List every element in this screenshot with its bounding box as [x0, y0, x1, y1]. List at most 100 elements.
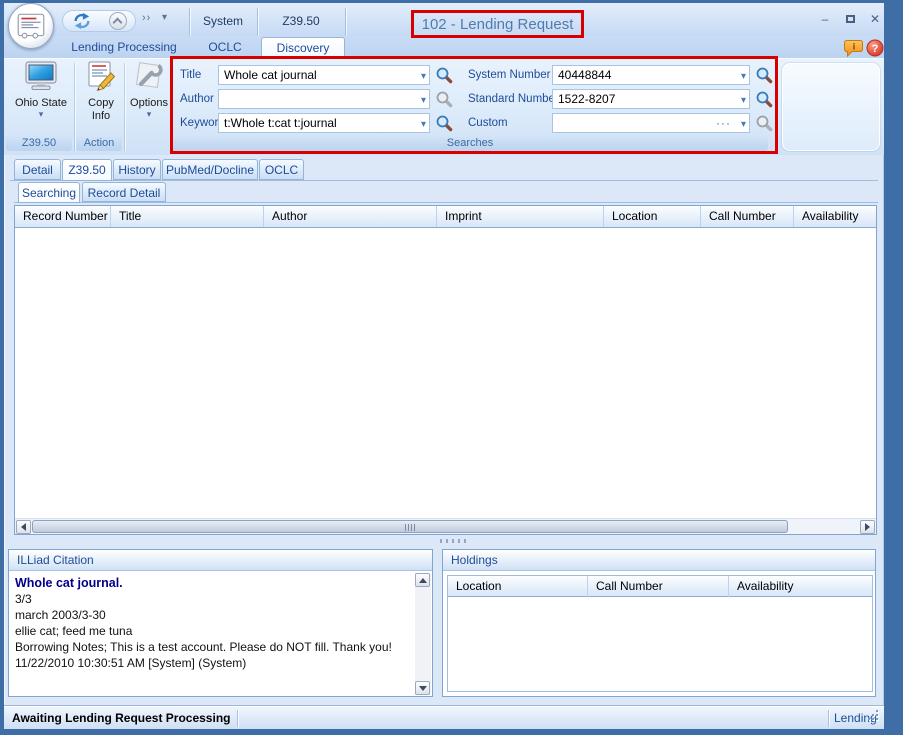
- scroll-down-button[interactable]: [415, 681, 430, 695]
- copy-info-button[interactable]: Copy Info: [78, 61, 124, 123]
- refresh-icon: [72, 12, 92, 30]
- ribbon-category-z3950[interactable]: Z39.50: [258, 9, 344, 33]
- column-header-record-number[interactable]: Record Number: [15, 206, 111, 227]
- group-caption-action: Action: [76, 135, 122, 151]
- options-button[interactable]: Options ▾: [126, 61, 172, 119]
- status-text: Awaiting Lending Request Processing: [12, 707, 230, 730]
- feedback-bubble-icon: i: [844, 39, 864, 58]
- citation-title: Whole cat journal.: [15, 575, 407, 591]
- tab-oclc[interactable]: OCLC: [259, 159, 304, 180]
- scroll-left-button[interactable]: [16, 520, 31, 534]
- holdings-column-availability[interactable]: Availability: [729, 576, 872, 597]
- standard-number-label: Standard Number: [468, 89, 559, 109]
- search-icon: [435, 66, 453, 84]
- search-icon-disabled: [435, 90, 453, 108]
- system-number-search-button[interactable]: [754, 65, 774, 85]
- resize-grip-icon[interactable]: [868, 710, 880, 722]
- chevron-down-icon[interactable]: ▾: [421, 116, 426, 133]
- tab-detail[interactable]: Detail: [14, 159, 61, 180]
- keyword-combobox[interactable]: t:Whole t:cat t:journal ▾: [218, 113, 430, 133]
- custom-field-label: Custom: [468, 113, 508, 133]
- search-icon-disabled: [755, 114, 773, 132]
- ribbon-category-system[interactable]: System: [190, 9, 256, 33]
- ohio-state-button[interactable]: Ohio State ▾: [10, 61, 72, 119]
- citation-line: 3/3: [15, 591, 407, 607]
- chevron-down-icon[interactable]: ▾: [421, 92, 426, 109]
- tab-z3950[interactable]: Z39.50: [62, 159, 112, 181]
- sub-tab-record-detail[interactable]: Record Detail: [82, 182, 166, 202]
- dropdown-caret-icon: ▾: [10, 110, 72, 119]
- horizontal-scrollbar[interactable]: [15, 518, 876, 534]
- holdings-column-location[interactable]: Location: [448, 576, 588, 597]
- column-header-availability[interactable]: Availability: [794, 206, 876, 227]
- keyword-search-button[interactable]: [434, 113, 454, 133]
- standard-number-value: 1522-8207: [558, 92, 615, 106]
- sub-tab-searching[interactable]: Searching: [18, 182, 80, 203]
- copy-info-icon: [85, 61, 117, 91]
- triangle-down-icon: [419, 686, 427, 691]
- toolbar-dropdown-caret-icon[interactable]: ▾: [162, 12, 167, 23]
- ribbon-tab-lending-processing[interactable]: Lending Processing: [59, 37, 189, 58]
- minimize-button[interactable]: –: [816, 12, 834, 28]
- help-icon: ?: [866, 39, 884, 57]
- title-value: Whole cat journal: [224, 68, 317, 82]
- vertical-scrollbar[interactable]: [415, 573, 431, 695]
- citation-line: Borrowing Notes; This is a test account.…: [15, 639, 407, 655]
- author-combobox[interactable]: ▾: [218, 89, 430, 109]
- group-separator: [74, 63, 75, 151]
- refresh-button[interactable]: [72, 12, 92, 30]
- column-header-location[interactable]: Location: [604, 206, 701, 227]
- results-grid: Record Number Title Author Imprint Locat…: [14, 205, 877, 535]
- chevron-down-icon[interactable]: ▾: [741, 116, 746, 133]
- collapse-ribbon-button[interactable]: [109, 12, 127, 30]
- results-grid-body[interactable]: [15, 228, 876, 518]
- chevron-down-icon[interactable]: ▾: [741, 68, 746, 85]
- title-bar: ›› ▾ System Z39.50 102 - Lending Request…: [4, 3, 884, 36]
- chevron-down-icon[interactable]: ▾: [421, 68, 426, 85]
- search-icon: [435, 114, 453, 132]
- dropdown-caret-icon: ▾: [126, 110, 172, 119]
- splitter-handle[interactable]: [440, 539, 470, 543]
- system-number-combobox[interactable]: 40448844 ▾: [552, 65, 750, 85]
- keyword-value: t:Whole t:cat t:journal: [224, 116, 337, 130]
- citation-line: ellie cat; feed me tuna: [15, 623, 407, 639]
- ribbon-tab-discovery[interactable]: Discovery: [261, 37, 345, 59]
- scrollbar-thumb[interactable]: [32, 520, 788, 533]
- scroll-right-button[interactable]: [860, 520, 875, 534]
- column-header-call-number[interactable]: Call Number: [701, 206, 794, 227]
- ellipsis-icon[interactable]: ···: [716, 114, 731, 132]
- maximize-button[interactable]: [841, 12, 859, 28]
- question-glyph: ?: [872, 43, 879, 55]
- tab-pubmed-docline[interactable]: PubMed/Docline: [162, 159, 258, 180]
- citation-line: 11/22/2010 10:30:51 AM [System] (System): [15, 655, 407, 671]
- citation-panel-header: ILLiad Citation: [9, 550, 432, 571]
- custom-combobox[interactable]: ··· ▾: [552, 113, 750, 133]
- toolbar-overflow-icon[interactable]: ››: [142, 12, 151, 24]
- column-header-author[interactable]: Author: [264, 206, 437, 227]
- ribbon-tab-oclc[interactable]: OCLC: [192, 37, 258, 58]
- system-number-value: 40448844: [558, 68, 611, 82]
- title-combobox[interactable]: Whole cat journal ▾: [218, 65, 430, 85]
- holdings-grid-body[interactable]: [448, 597, 872, 691]
- title-search-button[interactable]: [434, 65, 454, 85]
- custom-search-button-disabled: [754, 113, 774, 133]
- application-menu-button[interactable]: [8, 3, 54, 49]
- title-field-label: Title: [180, 65, 201, 85]
- chevron-up-icon: [113, 18, 123, 28]
- scroll-up-button[interactable]: [415, 573, 430, 587]
- wrench-icon: [133, 61, 165, 91]
- citation-text: Whole cat journal. 3/3 march 2003/3-30 e…: [15, 575, 407, 671]
- standard-number-search-button[interactable]: [754, 89, 774, 109]
- triangle-right-icon: [865, 523, 870, 531]
- close-button[interactable]: ✕: [866, 12, 884, 28]
- chevron-down-icon[interactable]: ▾: [741, 92, 746, 109]
- holdings-panel-header: Holdings: [443, 550, 875, 571]
- thumb-grip-icon: [405, 524, 416, 531]
- holdings-column-call-number[interactable]: Call Number: [588, 576, 729, 597]
- triangle-left-icon: [21, 523, 26, 531]
- tab-history[interactable]: History: [113, 159, 161, 180]
- column-header-title[interactable]: Title: [111, 206, 264, 227]
- column-header-imprint[interactable]: Imprint: [437, 206, 604, 227]
- standard-number-combobox[interactable]: 1522-8207 ▾: [552, 89, 750, 109]
- citation-body[interactable]: Whole cat journal. 3/3 march 2003/3-30 e…: [9, 572, 432, 696]
